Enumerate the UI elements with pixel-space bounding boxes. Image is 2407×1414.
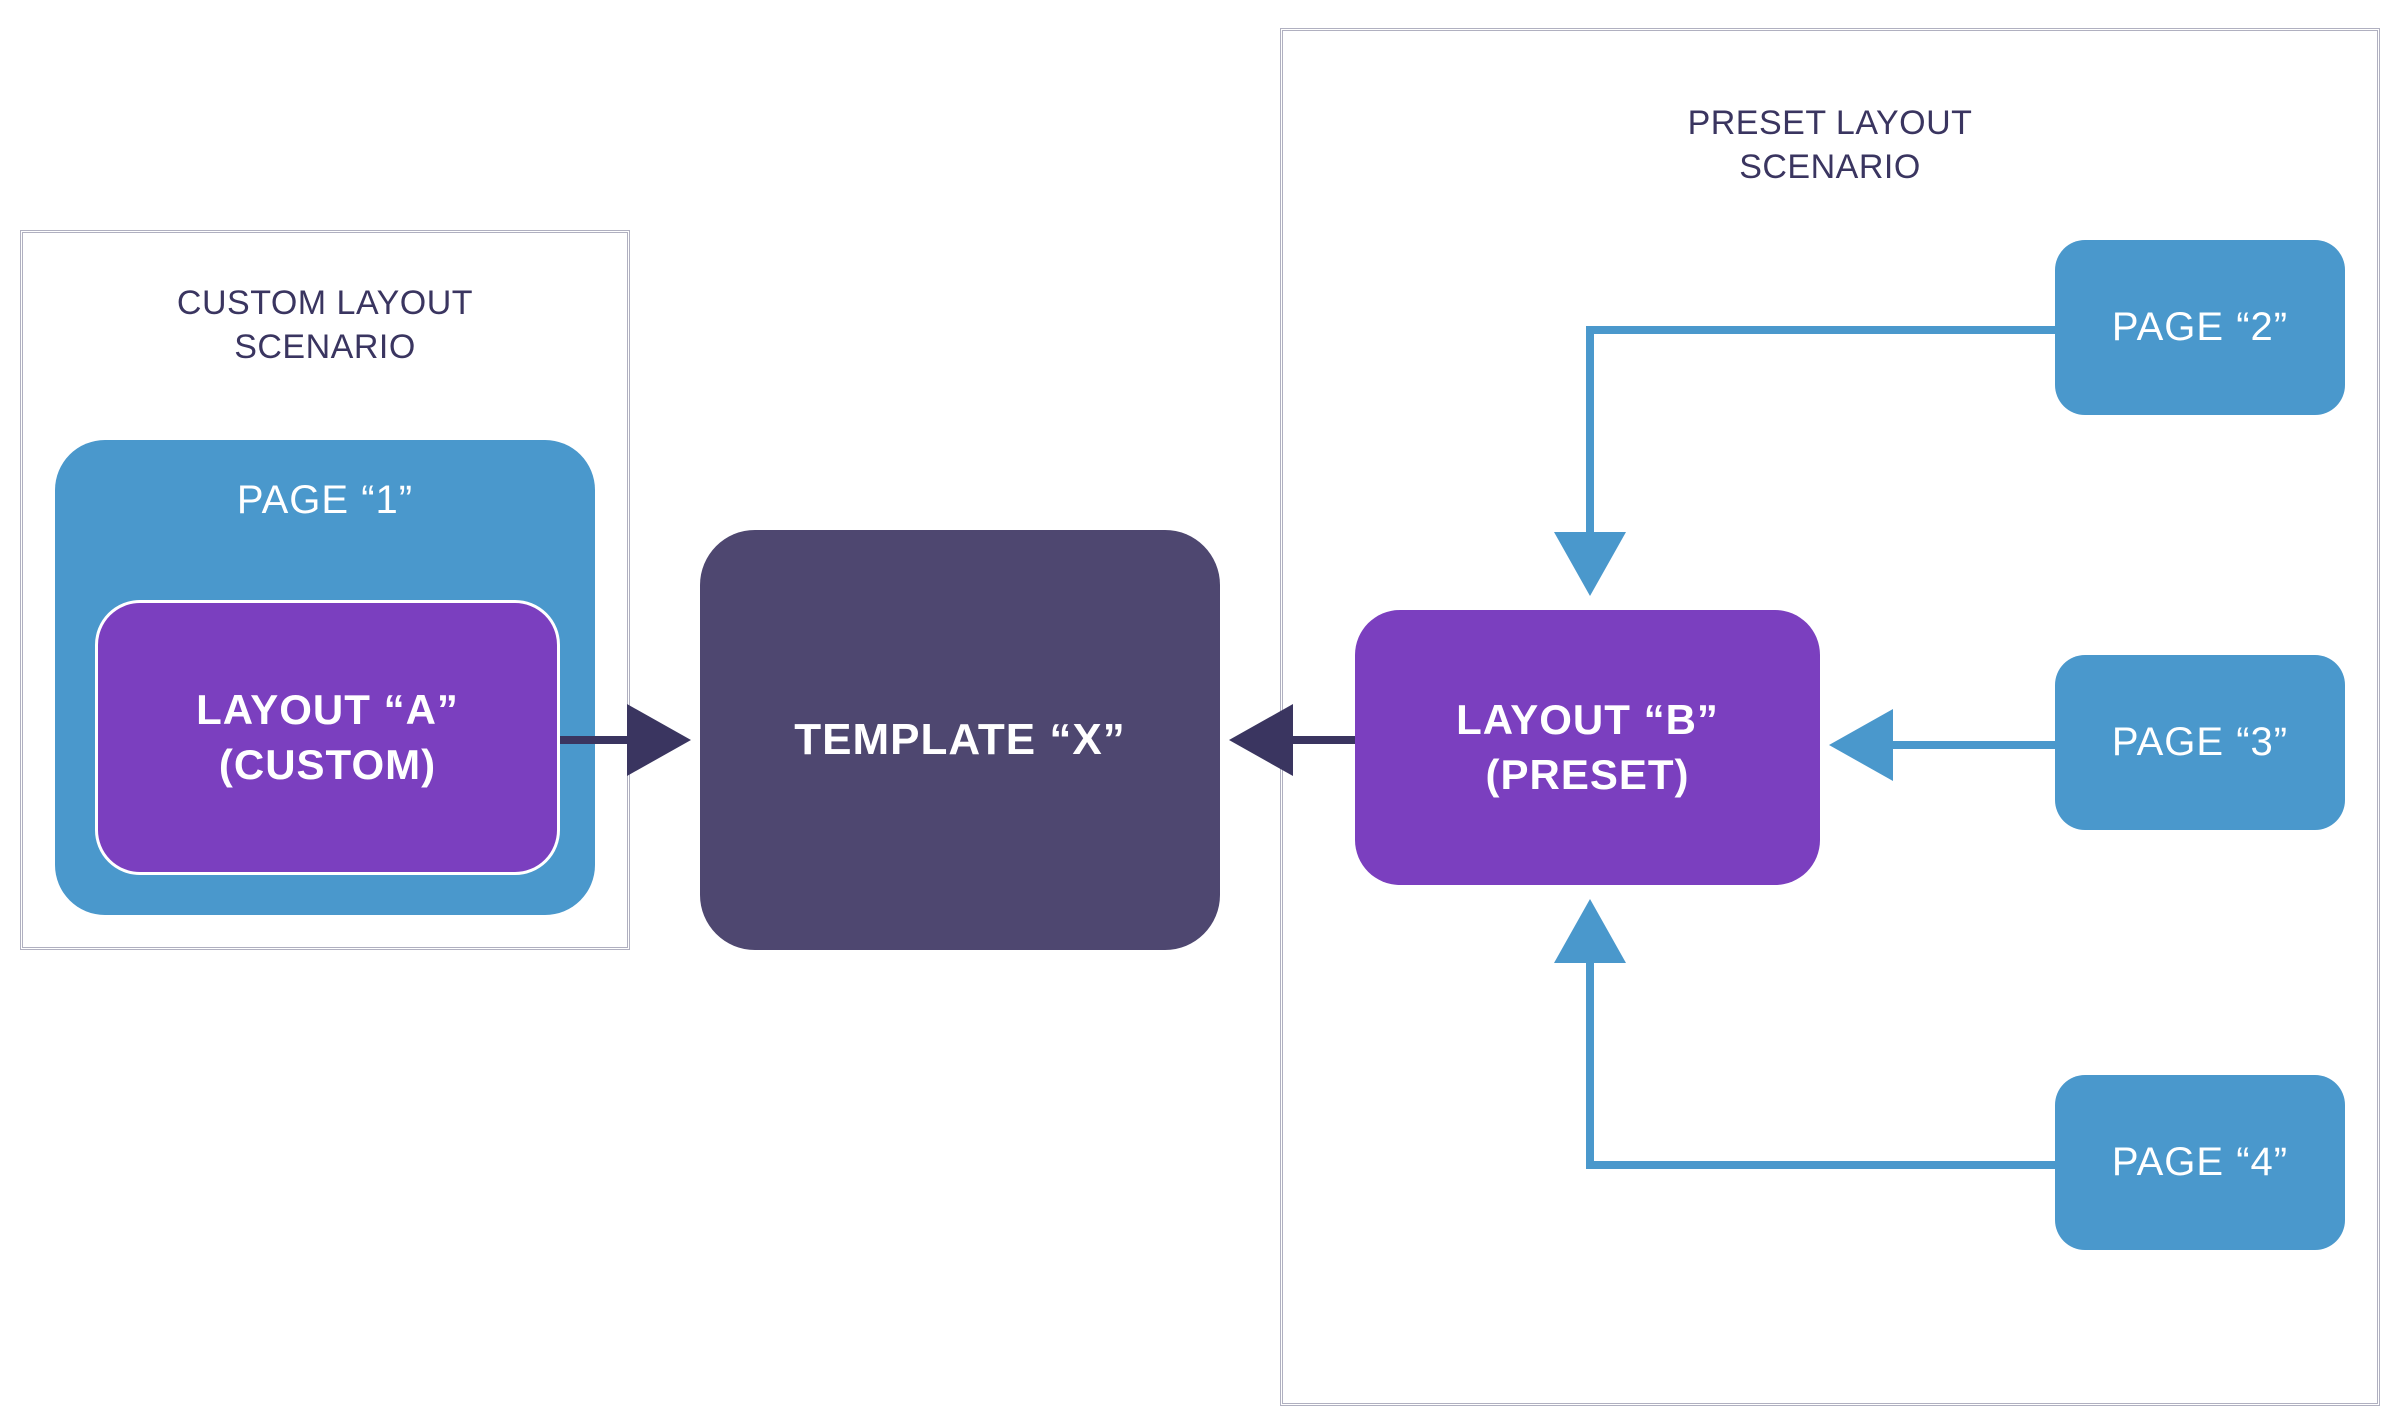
page-2-box: PAGE “2” — [2055, 240, 2345, 415]
layout-b-label-line1: LAYOUT “B” — [1456, 693, 1719, 748]
page-3-label: PAGE “3” — [2112, 720, 2288, 765]
page-1-label: PAGE “1” — [237, 478, 413, 523]
preset-scenario-label-line2: SCENARIO — [1739, 148, 1921, 186]
layout-b-label-line2: (PRESET) — [1485, 748, 1689, 803]
preset-scenario-label-line1: PRESET LAYOUT — [1688, 104, 1973, 142]
page-3-box: PAGE “3” — [2055, 655, 2345, 830]
template-x-box: TEMPLATE “X” — [700, 530, 1220, 950]
layout-a-label-line2: (CUSTOM) — [219, 738, 436, 793]
page-4-box: PAGE “4” — [2055, 1075, 2345, 1250]
custom-scenario-label-line1: CUSTOM LAYOUT — [177, 284, 473, 322]
custom-scenario-label: CUSTOM LAYOUT SCENARIO — [23, 281, 627, 369]
layout-a-box: LAYOUT “A” (CUSTOM) — [95, 600, 560, 875]
page-4-label: PAGE “4” — [2112, 1140, 2288, 1185]
custom-scenario-label-line2: SCENARIO — [234, 328, 416, 366]
layout-a-label-line1: LAYOUT “A” — [196, 683, 459, 738]
template-x-label: TEMPLATE “X” — [794, 715, 1125, 765]
preset-scenario-label: PRESET LAYOUT SCENARIO — [1283, 101, 2377, 189]
page-2-label: PAGE “2” — [2112, 305, 2288, 350]
layout-b-box: LAYOUT “B” (PRESET) — [1355, 610, 1820, 885]
diagram-canvas: CUSTOM LAYOUT SCENARIO PRESET LAYOUT SCE… — [0, 0, 2407, 1414]
